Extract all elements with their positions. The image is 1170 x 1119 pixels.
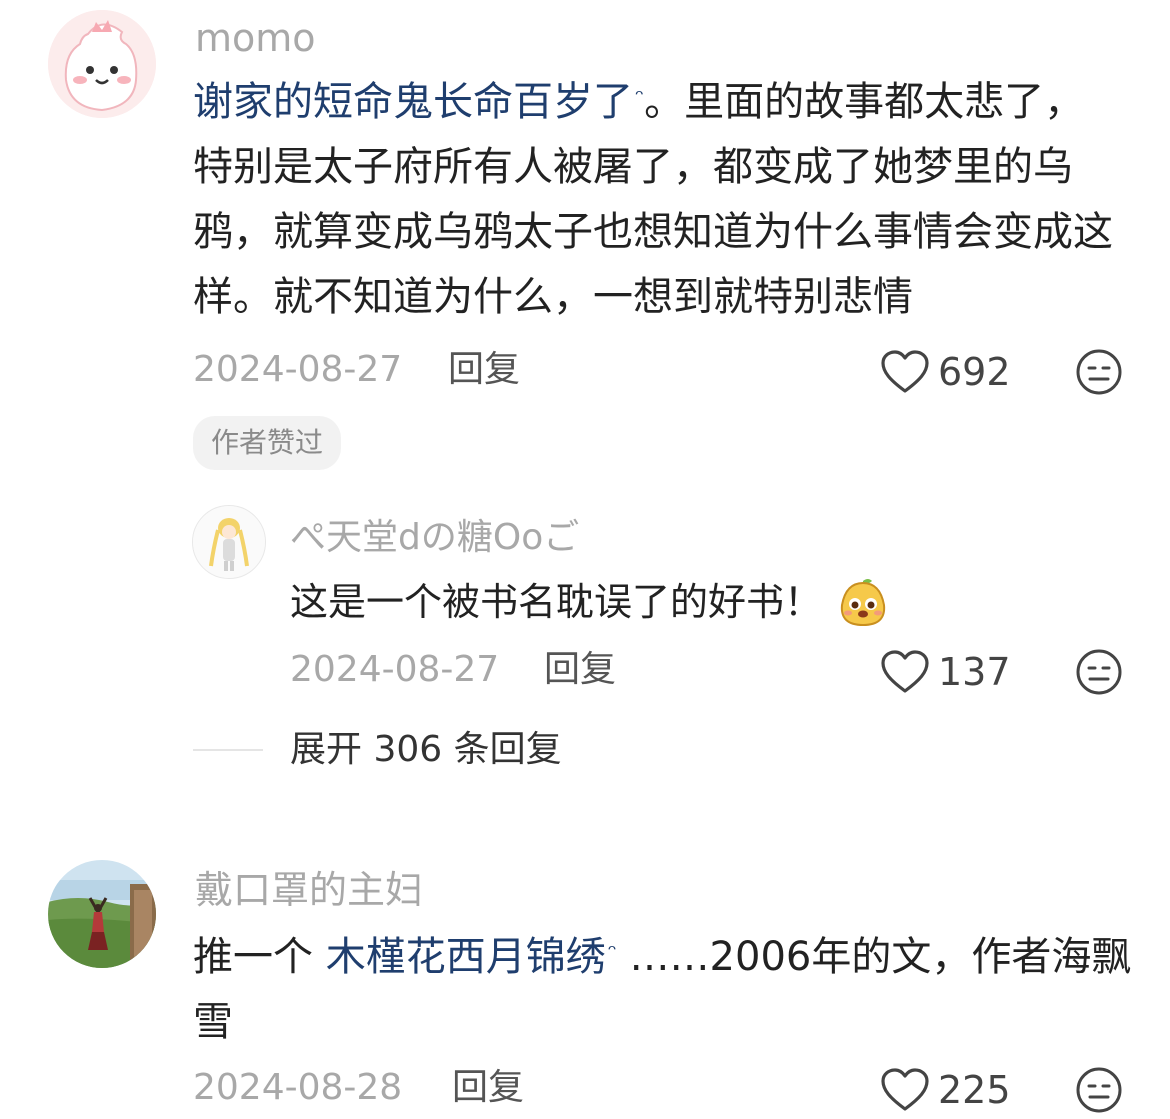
reply-date: 2024-08-27 (290, 649, 500, 690)
reply-text: 这是一个被书名耽误了的好书！ (290, 572, 890, 632)
reply-avatar[interactable] (192, 505, 266, 579)
heart-icon (881, 1068, 929, 1111)
meh-face-icon (1076, 1067, 1122, 1113)
landscape-photo-avatar-icon (48, 860, 156, 968)
expand-replies-button[interactable]: 展开 306 条回复 (290, 730, 562, 770)
anime-girl-avatar-icon (193, 506, 265, 578)
heart-icon (881, 350, 929, 393)
like-count: 137 (938, 650, 1011, 694)
like-count: 225 (938, 1068, 1011, 1112)
comment-date: 2024-08-28 (193, 1067, 403, 1108)
author-liked-badge: 作者赞过 (193, 416, 342, 470)
like-button[interactable]: 692 (880, 348, 1011, 396)
dislike-button[interactable] (1075, 348, 1123, 396)
search-link-icon: ᵔ (635, 86, 645, 111)
avatar[interactable] (48, 860, 156, 968)
reply-dislike-button[interactable] (1075, 648, 1123, 696)
meh-face-icon (1076, 349, 1122, 395)
heart-icon (881, 650, 929, 693)
meh-face-icon (1076, 649, 1122, 695)
dislike-button[interactable] (1075, 1066, 1123, 1114)
reply-button[interactable]: 回复 (448, 350, 520, 390)
comment-date: 2024-08-27 (193, 349, 403, 390)
comment-text: 谢家的短命鬼长命百岁了ᵔ。里面的故事都太悲了，特别是太子府所有人被屠了，都变成了… (193, 70, 1123, 330)
cute-bean-emoji-icon (840, 579, 886, 627)
comment-text-prefix: 推一个 (193, 934, 326, 980)
reply-username[interactable]: ぺ天堂dの糖Ooご (290, 516, 579, 560)
reply-button[interactable]: 回复 (452, 1068, 524, 1108)
book-link[interactable]: 谢家的短命鬼长命百岁了 (193, 79, 633, 125)
expand-divider (193, 749, 263, 751)
avatar[interactable] (48, 10, 156, 118)
reply-text-content: 这是一个被书名耽误了的好书！ (290, 580, 823, 624)
reply-reply-button[interactable]: 回复 (544, 650, 616, 690)
comment-username[interactable]: 戴口罩的主妇 (195, 868, 423, 912)
reply-like-button[interactable]: 137 (880, 648, 1011, 696)
search-link-icon: ᵔ (607, 941, 617, 966)
pink-creature-avatar-icon (48, 10, 156, 118)
comment-text: 推一个 木槿花西月锦绣ᵔ ……2006年的文，作者海飘雪 (193, 925, 1133, 1055)
like-button[interactable]: 225 (880, 1066, 1011, 1114)
book-link[interactable]: 木槿花西月锦绣 (326, 934, 606, 980)
like-count: 692 (938, 350, 1011, 394)
comment-username[interactable]: momo (195, 16, 316, 60)
